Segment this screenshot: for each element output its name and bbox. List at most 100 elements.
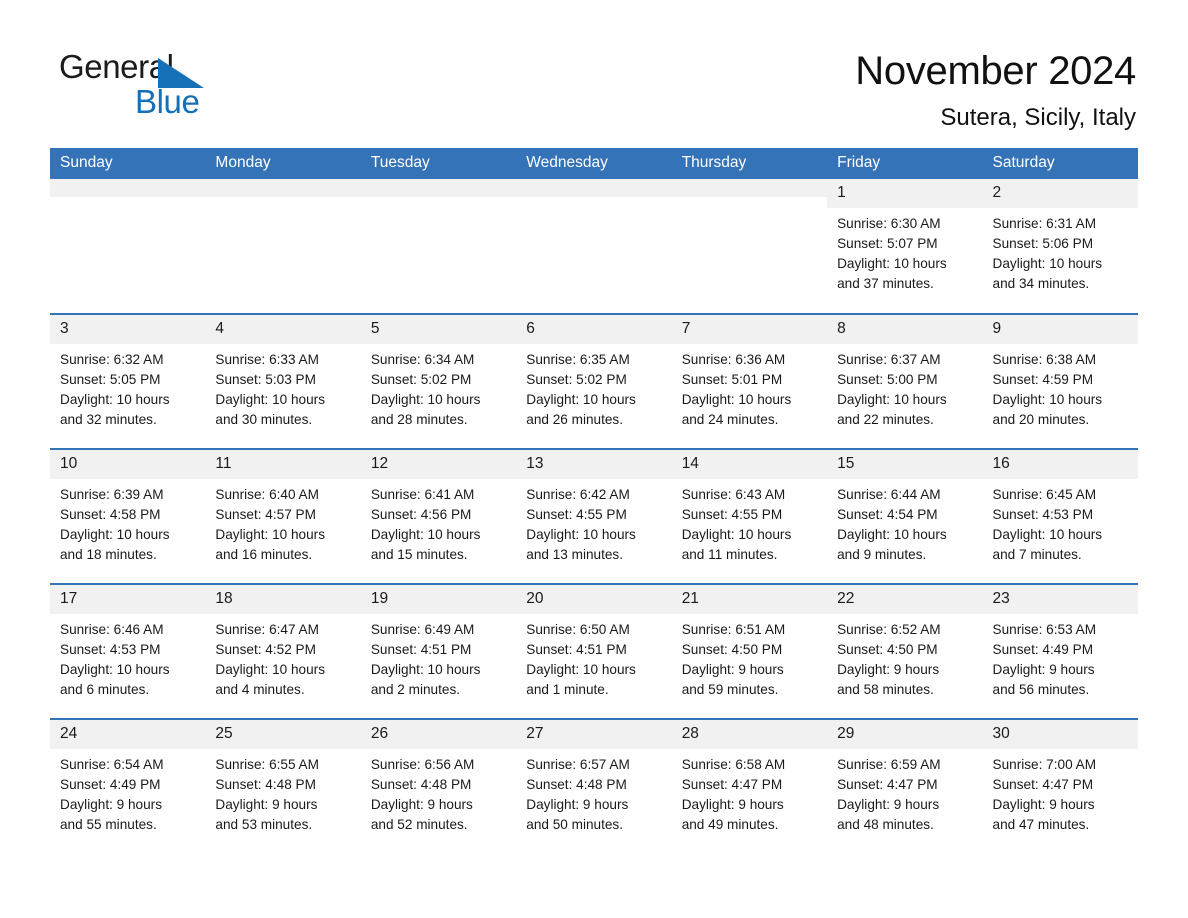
day-number bbox=[50, 179, 206, 197]
day-number bbox=[516, 179, 672, 197]
day-number: 5 bbox=[360, 315, 517, 344]
calendar-day-cell[interactable]: 16 Sunrise: 6:45 AM Sunset: 4:53 PM Dayli… bbox=[982, 448, 1138, 584]
day-sun-details: Sunrise: 6:50 AM Sunset: 4:51 PM Dayligh… bbox=[526, 622, 636, 697]
day-sun-details: Sunrise: 6:55 AM Sunset: 4:48 PM Dayligh… bbox=[215, 757, 319, 832]
day-sun-details bbox=[361, 197, 516, 203]
day-number: 16 bbox=[982, 450, 1138, 479]
calendar-day-cell[interactable]: 7 Sunrise: 6:36 AM Sunset: 5:01 PM Daylig… bbox=[671, 313, 828, 449]
day-number: 6 bbox=[516, 315, 672, 344]
day-sun-details: Sunrise: 6:43 AM Sunset: 4:55 PM Dayligh… bbox=[681, 487, 792, 562]
day-number: 22 bbox=[827, 585, 983, 614]
day-sun-details: Sunrise: 6:52 AM Sunset: 4:50 PM Dayligh… bbox=[837, 622, 941, 697]
calendar-day-cell-empty bbox=[50, 179, 206, 314]
day-number: 21 bbox=[671, 585, 828, 614]
calendar-day-cell-empty bbox=[360, 179, 517, 314]
calendar-week-row: 17 Sunrise: 6:46 AM Sunset: 4:53 PM Dayli… bbox=[50, 583, 1138, 719]
calendar-day-cell-empty bbox=[671, 179, 828, 314]
day-number: 4 bbox=[205, 315, 361, 344]
day-sun-details: Sunrise: 6:56 AM Sunset: 4:48 PM Dayligh… bbox=[370, 757, 475, 832]
day-sun-details bbox=[50, 197, 205, 203]
day-number: 24 bbox=[50, 720, 206, 749]
day-number: 14 bbox=[671, 450, 828, 479]
calendar-day-cell[interactable]: 9 Sunrise: 6:38 AM Sunset: 4:59 PM Daylig… bbox=[982, 313, 1138, 449]
day-sun-details: Sunrise: 6:45 AM Sunset: 4:53 PM Dayligh… bbox=[992, 487, 1103, 562]
day-number: 13 bbox=[516, 450, 672, 479]
calendar-day-cell[interactable]: 14 Sunrise: 6:43 AM Sunset: 4:55 PM Dayli… bbox=[671, 448, 828, 584]
day-number: 9 bbox=[982, 315, 1138, 344]
day-number: 19 bbox=[360, 585, 517, 614]
calendar-day-cell[interactable]: 11 Sunrise: 6:40 AM Sunset: 4:57 PM Dayli… bbox=[205, 448, 361, 584]
brand-name-blue: Blue bbox=[135, 83, 200, 120]
calendar-day-cell[interactable]: 12 Sunrise: 6:41 AM Sunset: 4:56 PM Dayli… bbox=[360, 448, 517, 584]
weekday-header-sunday: Sunday bbox=[50, 148, 206, 179]
calendar-day-cell[interactable]: 30 Sunrise: 7:00 AM Sunset: 4:47 PM Dayli… bbox=[982, 718, 1138, 854]
day-sun-details bbox=[516, 197, 671, 203]
day-sun-details: Sunrise: 7:00 AM Sunset: 4:47 PM Dayligh… bbox=[992, 757, 1097, 832]
calendar-day-cell[interactable]: 4 Sunrise: 6:33 AM Sunset: 5:03 PM Daylig… bbox=[205, 313, 361, 449]
day-number: 7 bbox=[671, 315, 828, 344]
calendar-day-cell[interactable]: 20 Sunrise: 6:50 AM Sunset: 4:51 PM Dayli… bbox=[516, 583, 672, 719]
calendar-day-cell[interactable]: 29 Sunrise: 6:59 AM Sunset: 4:47 PM Dayli… bbox=[827, 718, 983, 854]
day-sun-details: Sunrise: 6:38 AM Sunset: 4:59 PM Dayligh… bbox=[992, 352, 1103, 427]
day-sun-details: Sunrise: 6:51 AM Sunset: 4:50 PM Dayligh… bbox=[681, 622, 786, 697]
day-sun-details: Sunrise: 6:42 AM Sunset: 4:55 PM Dayligh… bbox=[526, 487, 636, 562]
calendar-page: General Blue November 2024 Sutera, Sicil… bbox=[0, 0, 1188, 918]
calendar-table: Sunday Monday Tuesday Wednesday Thursday… bbox=[50, 148, 1138, 854]
day-number: 29 bbox=[827, 720, 983, 749]
calendar-day-cell[interactable]: 15 Sunrise: 6:44 AM Sunset: 4:54 PM Dayli… bbox=[827, 448, 983, 584]
day-sun-details: Sunrise: 6:32 AM Sunset: 5:05 PM Dayligh… bbox=[60, 352, 170, 427]
day-number: 3 bbox=[50, 315, 206, 344]
page-masthead: General Blue November 2024 Sutera, Sicil… bbox=[50, 0, 1138, 148]
calendar-day-cell[interactable]: 8 Sunrise: 6:37 AM Sunset: 5:00 PM Daylig… bbox=[827, 313, 983, 449]
day-sun-details: Sunrise: 6:35 AM Sunset: 5:02 PM Dayligh… bbox=[526, 352, 636, 427]
day-sun-details: Sunrise: 6:44 AM Sunset: 4:54 PM Dayligh… bbox=[837, 487, 947, 562]
page-subtitle: Sutera, Sicily, Italy bbox=[940, 104, 1136, 131]
day-number: 2 bbox=[982, 179, 1138, 208]
calendar-day-cell[interactable]: 10 Sunrise: 6:39 AM Sunset: 4:58 PM Dayli… bbox=[50, 448, 206, 584]
calendar-day-cell[interactable]: 17 Sunrise: 6:46 AM Sunset: 4:53 PM Dayli… bbox=[50, 583, 206, 719]
calendar-day-cell[interactable]: 13 Sunrise: 6:42 AM Sunset: 4:55 PM Dayli… bbox=[516, 448, 672, 584]
weekday-header-monday: Monday bbox=[205, 148, 361, 179]
day-number: 8 bbox=[827, 315, 983, 344]
calendar-day-cell[interactable]: 6 Sunrise: 6:35 AM Sunset: 5:02 PM Daylig… bbox=[516, 313, 672, 449]
calendar-day-cell[interactable]: 18 Sunrise: 6:47 AM Sunset: 4:52 PM Dayli… bbox=[205, 583, 361, 719]
calendar-day-cell[interactable]: 24 Sunrise: 6:54 AM Sunset: 4:49 PM Dayli… bbox=[50, 718, 206, 854]
calendar-day-cell[interactable]: 3 Sunrise: 6:32 AM Sunset: 5:05 PM Daylig… bbox=[50, 313, 206, 449]
day-number: 23 bbox=[982, 585, 1138, 614]
calendar-body: 1 Sunrise: 6:30 AM Sunset: 5:07 PM Daylig… bbox=[50, 179, 1138, 854]
calendar-day-cell[interactable]: 27 Sunrise: 6:57 AM Sunset: 4:48 PM Dayli… bbox=[516, 718, 672, 854]
day-number: 1 bbox=[827, 179, 983, 208]
calendar-day-cell[interactable]: 19 Sunrise: 6:49 AM Sunset: 4:51 PM Dayli… bbox=[360, 583, 517, 719]
day-sun-details: Sunrise: 6:40 AM Sunset: 4:57 PM Dayligh… bbox=[215, 487, 325, 562]
calendar-day-cell[interactable]: 1 Sunrise: 6:30 AM Sunset: 5:07 PM Daylig… bbox=[827, 179, 983, 314]
calendar-day-cell[interactable]: 23 Sunrise: 6:53 AM Sunset: 4:49 PM Dayli… bbox=[982, 583, 1138, 719]
calendar-day-cell-empty bbox=[205, 179, 361, 314]
day-sun-details: Sunrise: 6:41 AM Sunset: 4:56 PM Dayligh… bbox=[370, 487, 481, 562]
calendar-day-cell[interactable]: 26 Sunrise: 6:56 AM Sunset: 4:48 PM Dayli… bbox=[360, 718, 517, 854]
weekday-header-thursday: Thursday bbox=[671, 148, 828, 179]
calendar-day-cell[interactable]: 21 Sunrise: 6:51 AM Sunset: 4:50 PM Dayli… bbox=[671, 583, 828, 719]
day-sun-details: Sunrise: 6:47 AM Sunset: 4:52 PM Dayligh… bbox=[215, 622, 325, 697]
day-number: 10 bbox=[50, 450, 206, 479]
brand-logo[interactable]: General Blue bbox=[59, 50, 319, 130]
day-sun-details: Sunrise: 6:58 AM Sunset: 4:47 PM Dayligh… bbox=[681, 757, 786, 832]
calendar-day-cell[interactable]: 25 Sunrise: 6:55 AM Sunset: 4:48 PM Dayli… bbox=[205, 718, 361, 854]
day-sun-details bbox=[205, 197, 360, 203]
calendar-week-row: 10 Sunrise: 6:39 AM Sunset: 4:58 PM Dayli… bbox=[50, 448, 1138, 584]
calendar-day-cell[interactable]: 22 Sunrise: 6:52 AM Sunset: 4:50 PM Dayli… bbox=[827, 583, 983, 719]
calendar-week-row: 3 Sunrise: 6:32 AM Sunset: 5:05 PM Daylig… bbox=[50, 313, 1138, 449]
calendar-header-row: Sunday Monday Tuesday Wednesday Thursday… bbox=[50, 148, 1138, 179]
day-number bbox=[360, 179, 517, 197]
page-title: November 2024 bbox=[855, 49, 1136, 93]
calendar-day-cell[interactable]: 28 Sunrise: 6:58 AM Sunset: 4:47 PM Dayli… bbox=[671, 718, 828, 854]
weekday-header-wednesday: Wednesday bbox=[516, 148, 672, 179]
calendar-day-cell[interactable]: 5 Sunrise: 6:34 AM Sunset: 5:02 PM Daylig… bbox=[360, 313, 517, 449]
day-sun-details: Sunrise: 6:30 AM Sunset: 5:07 PM Dayligh… bbox=[837, 216, 947, 291]
day-sun-details: Sunrise: 6:46 AM Sunset: 4:53 PM Dayligh… bbox=[60, 622, 170, 697]
day-sun-details: Sunrise: 6:33 AM Sunset: 5:03 PM Dayligh… bbox=[215, 352, 325, 427]
day-sun-details: Sunrise: 6:54 AM Sunset: 4:49 PM Dayligh… bbox=[60, 757, 164, 832]
day-sun-details: Sunrise: 6:57 AM Sunset: 4:48 PM Dayligh… bbox=[526, 757, 630, 832]
day-number: 20 bbox=[516, 585, 672, 614]
weekday-header-friday: Friday bbox=[827, 148, 983, 179]
calendar-day-cell[interactable]: 2 Sunrise: 6:31 AM Sunset: 5:06 PM Daylig… bbox=[982, 179, 1138, 314]
